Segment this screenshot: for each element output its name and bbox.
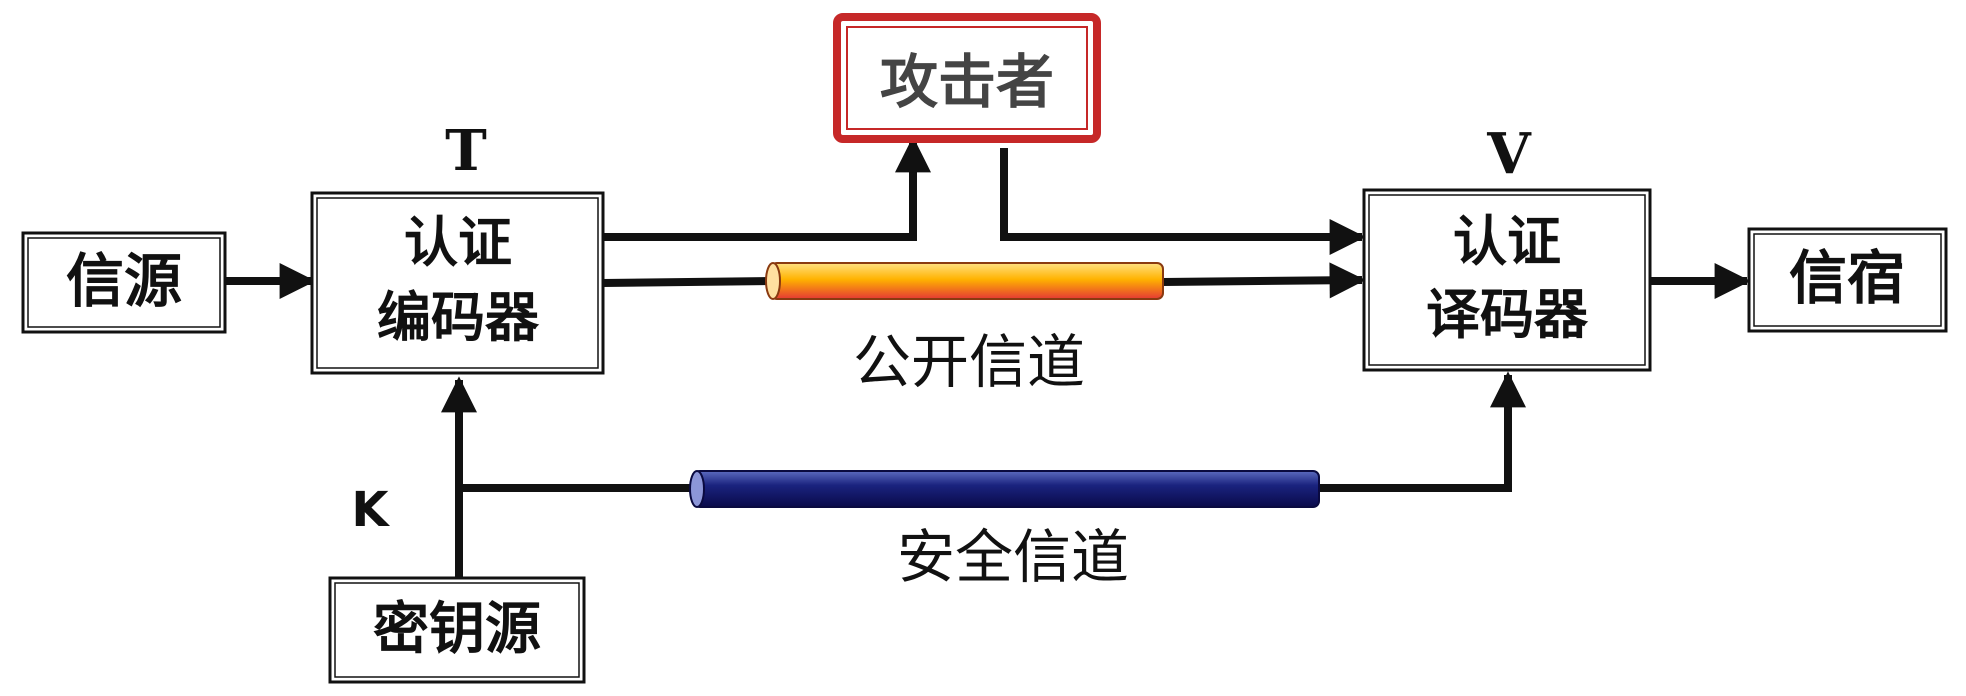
source-box: 信源 [21,231,227,334]
secure-channel-label: 安全信道 [897,523,1129,591]
attacker-label: 攻击者 [880,48,1054,116]
public-channel-label: 公开信道 [853,328,1085,396]
key-source-label: 密钥源 [373,597,541,662]
sink-box: 信宿 [1747,227,1948,333]
decoder-box: 认证 译码器 [1362,188,1652,372]
variable-v: V [1486,121,1532,187]
arrow-public-channel-to-decoder [1162,262,1366,299]
public-channel-cylinder [765,262,1164,300]
arrow-secure-channel-to-decoder [1318,371,1526,492]
encoder-box: 认证 编码器 [310,191,605,375]
variable-t: T [445,118,487,184]
secure-channel-cylinder [689,470,1320,508]
decoder-label-line2: 译码器 [1426,283,1589,346]
attacker-box: 攻击者 [833,13,1101,143]
source-label: 信源 [66,247,182,315]
variable-k: K [351,482,390,538]
line-encoder-to-public-channel [602,277,773,287]
decoder-label-line1: 认证 [1453,210,1561,273]
arrow-attacker-to-decoder [1000,148,1366,255]
encoder-label-line1: 认证 [404,211,512,274]
authentication-system-diagram: 信源 认证 编码器 攻击者 认证 译码器 信宿 密钥源 T V K 公开信道 安… [0,0,1966,696]
encoder-label-line2: 编码器 [377,286,540,349]
key-source-box: 密钥源 [328,576,586,684]
diagram-svg: 信源 认证 编码器 攻击者 认证 译码器 信宿 密钥源 T V K 公开信道 安… [21,13,1948,684]
arrow-encoder-to-attacker [603,136,931,241]
sink-label: 信宿 [1789,244,1905,312]
